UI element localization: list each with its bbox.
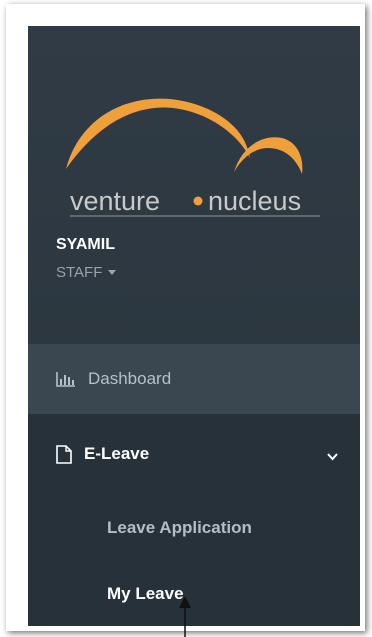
submenu-item-my-leave[interactable]: My Leave xyxy=(107,584,184,604)
arrow-pointer-icon xyxy=(179,596,191,637)
user-role-dropdown[interactable]: STAFF xyxy=(56,264,117,281)
user-name: SYAMIL xyxy=(56,236,115,253)
document-icon xyxy=(56,444,72,464)
sidebar-item-label: E-Leave xyxy=(84,444,150,463)
submenu-item-leave-application[interactable]: Leave Application xyxy=(107,518,252,538)
venture-nucleus-logo: venture nucleus xyxy=(66,98,320,217)
logo-word-nucleus: nucleus xyxy=(208,186,301,216)
chevron-down-icon xyxy=(327,446,338,466)
user-role-label: STAFF xyxy=(56,264,103,281)
sidebar: venture nucleus SYAMIL STAFF Dashboard E… xyxy=(28,26,360,626)
caret-down-icon xyxy=(108,270,117,275)
eleave-submenu: Leave Application My Leave xyxy=(28,494,360,626)
sidebar-item-label: Dashboard xyxy=(88,369,172,388)
profile-panel: venture nucleus SYAMIL STAFF xyxy=(28,26,360,344)
bar-chart-icon xyxy=(56,371,76,387)
logo-word-venture: venture xyxy=(70,186,160,216)
sidebar-item-dashboard[interactable]: Dashboard xyxy=(28,344,360,414)
sidebar-item-eleave[interactable]: E-Leave xyxy=(28,414,360,494)
